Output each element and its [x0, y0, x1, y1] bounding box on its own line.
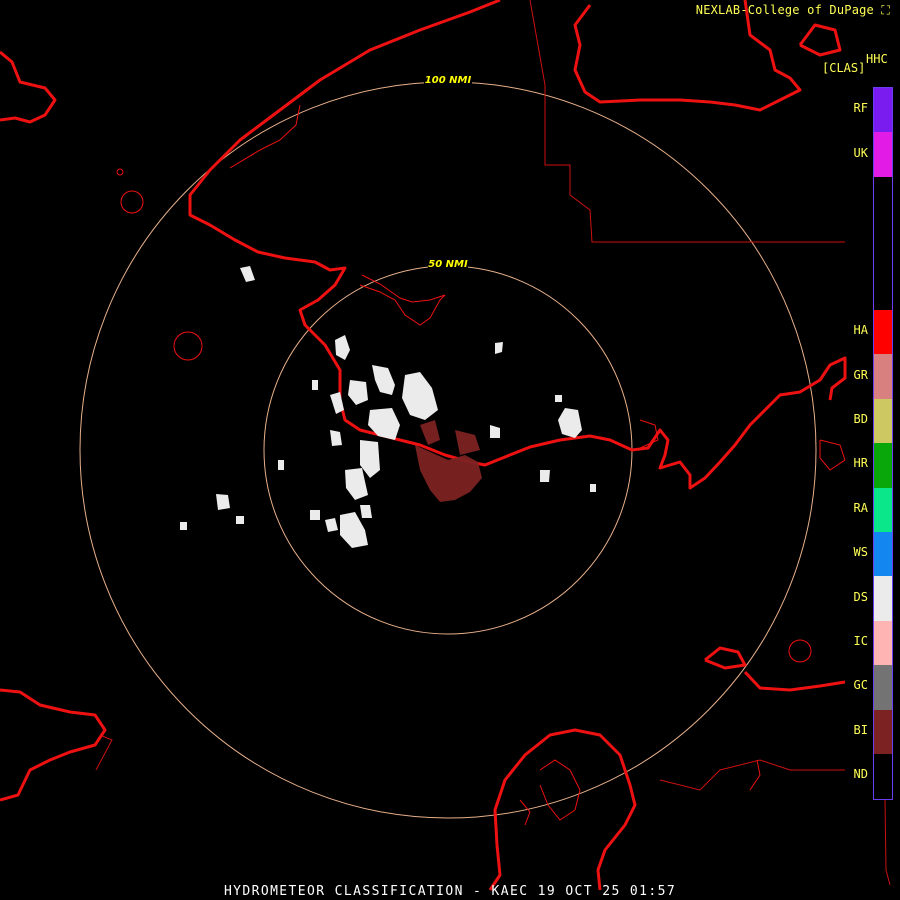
product-title: HYDROMETEOR CLASSIFICATION - KAEC 19 OCT… [223, 884, 677, 899]
radar-map: 100 NMI 50 NMI [0, 0, 891, 891]
legend-swatch-hr [874, 443, 892, 488]
legend-swatch-ha [874, 310, 892, 355]
boundaries [95, 0, 891, 886]
legend-colorbar [873, 87, 893, 800]
legend-swatch-ws [874, 532, 892, 577]
legend-label-bd: BD [853, 412, 868, 426]
legend-label-ra: RA [853, 500, 868, 515]
legend-swatch-ic [874, 620, 892, 666]
biological-echoes [415, 420, 482, 502]
legend-swatch-blank [874, 176, 892, 222]
legend-label-ds: DS [853, 589, 868, 604]
legend-label-ha: HA [853, 323, 868, 338]
legend-swatch-rf [874, 88, 892, 133]
legend-swatch-ra [874, 487, 892, 532]
legend-swatch-bd [874, 398, 892, 444]
ring-label-50nmi: 50 NMI [428, 259, 468, 270]
legend-label-rf: RF [853, 101, 868, 116]
legend-swatch-bi [874, 709, 892, 754]
legend-label-nd: ND [853, 767, 868, 782]
unit-label: [CLAS] [822, 61, 866, 75]
dry-snow-echoes [180, 266, 596, 548]
legend-label-ws: WS [853, 545, 868, 560]
legend-swatch-ds [874, 576, 892, 621]
legend-swatch-blank [874, 221, 892, 266]
legend-swatch-gc [874, 665, 892, 710]
legend-swatch-gr [874, 354, 892, 399]
legend-label-ic: IC [853, 634, 868, 648]
legend-swatch-blank [874, 265, 892, 310]
coastlines [0, 0, 847, 891]
legend-label-hr: HR [853, 456, 868, 471]
credit-text: NEXLAB-College of DuPage ⛶ [695, 3, 890, 17]
product-code: HHC [866, 52, 888, 66]
ring-label-100nmi: 100 NMI [425, 75, 472, 86]
legend-swatch-nd [874, 754, 892, 799]
legend-label-gc: GC [853, 678, 868, 693]
legend-swatch-uk [874, 132, 892, 177]
legend-label-gr: GR [853, 367, 868, 382]
legend-label-bi: BI [853, 722, 868, 737]
range-ring-50nmi [263, 265, 633, 635]
legend-label-uk: UK [853, 145, 868, 160]
